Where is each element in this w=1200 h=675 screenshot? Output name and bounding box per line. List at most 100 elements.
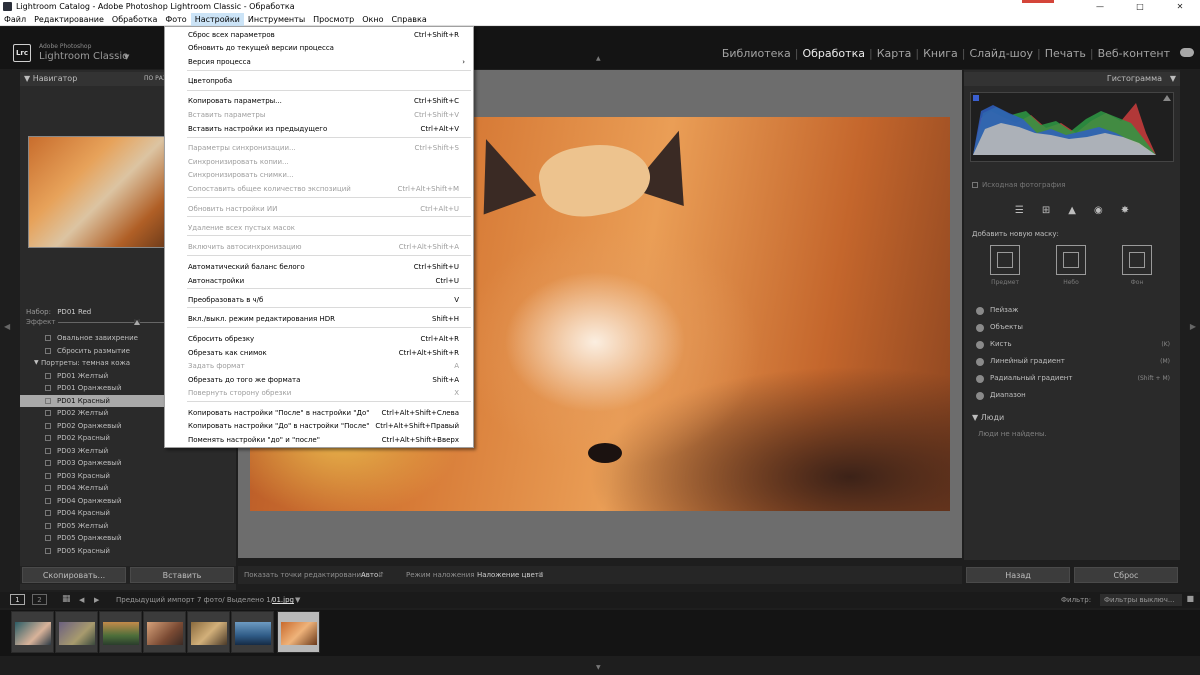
filter-select[interactable]: Фильтры выключ... [1100, 594, 1182, 606]
module-web[interactable]: Веб-контент [1098, 47, 1170, 60]
histogram[interactable] [970, 92, 1174, 162]
menu-file[interactable]: Файл [0, 13, 30, 26]
preset-item[interactable]: PD04 Оранжевый [20, 495, 236, 508]
preset-item[interactable]: PD03 Оранжевый [20, 457, 236, 470]
menu-item[interactable]: Обрезать как снимок Ctrl+Alt+Shift+R [165, 347, 473, 360]
mask-tool-item[interactable]: Радиальный градиент (Shift + M) [964, 370, 1180, 387]
effect-slider[interactable]: Эффект [26, 318, 168, 326]
module-slideshow[interactable]: Слайд-шоу [969, 47, 1032, 60]
filmstrip-thumb[interactable] [11, 611, 54, 653]
navigator-preview[interactable] [28, 136, 168, 248]
mask-tool-item[interactable]: Линейный градиент (M) [964, 353, 1180, 370]
highlight-clip-icon[interactable] [1163, 95, 1171, 101]
edit-points-select[interactable]: Авто [361, 571, 378, 579]
menu-item[interactable]: Сброс всех параметров Ctrl+Shift+R [165, 29, 473, 42]
forward-arrow-icon[interactable]: ▶ [94, 596, 99, 604]
menu-item[interactable]: Копировать настройки "До" в настройки "П… [165, 420, 473, 433]
people-header[interactable]: ▼ Люди [972, 413, 1004, 422]
preset-item[interactable]: PD03 Красный [20, 470, 236, 483]
mask-background-button[interactable] [1122, 245, 1152, 275]
window-2-button[interactable]: 2 [32, 594, 47, 605]
lock-icon[interactable]: ■ [1186, 594, 1194, 603]
paste-button[interactable]: Вставить [130, 567, 234, 583]
menu-view[interactable]: Просмотр [309, 13, 358, 26]
mask-tool-item[interactable]: Пейзаж [964, 302, 1180, 319]
filmstrip-thumb[interactable] [99, 611, 142, 653]
menu-settings[interactable]: Настройки [190, 12, 244, 26]
menu-item[interactable]: Автоматический баланс белого Ctrl+Shift+U [165, 261, 473, 274]
mask-tool-item[interactable]: Диапазон [964, 387, 1180, 404]
grid-icon[interactable]: ▦ [62, 594, 71, 604]
reset-button[interactable]: Сброс [1074, 567, 1178, 583]
left-panel-arrow-icon[interactable]: ◀ [4, 322, 10, 331]
copy-button[interactable]: Скопировать... [22, 567, 126, 583]
filmstrip-filename[interactable]: 01.jpg [272, 596, 294, 604]
module-library[interactable]: Библиотека [722, 47, 791, 60]
menu-edit[interactable]: Редактирование [30, 13, 108, 26]
menu-item[interactable]: Копировать настройки "После" в настройки… [165, 407, 473, 420]
checkbox-icon[interactable] [972, 182, 978, 188]
eraser-icon[interactable]: ▲ [1068, 205, 1076, 216]
filmstrip-thumb[interactable] [231, 611, 274, 653]
back-button[interactable]: Назад [966, 567, 1070, 583]
menu-item[interactable]: Вкл./выкл. режим редактирования HDR Shift… [165, 313, 473, 326]
mask-tool-item[interactable]: Кисть (K) [964, 336, 1180, 353]
mask-subject-button[interactable] [990, 245, 1020, 275]
close-icon[interactable]: ✕ [1160, 0, 1200, 13]
menu-develop[interactable]: Обработка [108, 13, 161, 26]
menu-help[interactable]: Справка [387, 13, 430, 26]
chevron-down-icon[interactable]: ▼ [295, 596, 300, 604]
preset-item[interactable]: PD05 Желтый [20, 520, 236, 533]
menu-item[interactable]: Версия процесса › [165, 56, 473, 69]
menu-item[interactable]: Копировать параметры... Ctrl+Shift+C [165, 95, 473, 108]
original-photo-toggle[interactable]: Исходная фотография [972, 181, 1065, 189]
mask-tool-item[interactable]: Объекты [964, 319, 1180, 336]
chevron-down-icon[interactable]: ▼ [124, 53, 129, 61]
minimize-icon[interactable]: — [1080, 0, 1120, 13]
filmstrip-source[interactable]: Предыдущий импорт [116, 596, 195, 604]
module-develop[interactable]: Обработка [802, 47, 864, 60]
crop-icon[interactable]: ⊞ [1042, 205, 1050, 216]
effect-track[interactable] [58, 322, 168, 323]
shadow-clip-icon[interactable] [973, 95, 979, 101]
menu-item[interactable]: Цветопроба [165, 75, 473, 88]
window-1-button[interactable]: 1 [10, 594, 25, 605]
blend-mode-select[interactable]: Наложение цвета [477, 571, 543, 579]
menu-item[interactable]: Обрезать до того же формата Shift+A [165, 374, 473, 387]
cloud-icon[interactable] [1180, 48, 1194, 57]
right-panel-arrow-icon[interactable]: ▶ [1190, 322, 1196, 331]
mask-sky-button[interactable] [1056, 245, 1086, 275]
menu-item[interactable]: Сбросить обрезку Ctrl+Alt+R [165, 333, 473, 346]
menu-photo[interactable]: Фото [161, 13, 190, 26]
chevron-down-icon[interactable]: ⇵ [538, 571, 544, 579]
masking-icon[interactable]: ✸ [1121, 205, 1129, 216]
preset-item[interactable]: PD05 Оранжевый [20, 532, 236, 545]
filmstrip-thumb-selected[interactable] [277, 611, 320, 653]
menu-item[interactable]: Поменять настройки "до" и "после" Ctrl+Al… [165, 434, 473, 447]
menu-item[interactable]: Обновить до текущей версии процесса [165, 42, 473, 55]
effect-thumb[interactable] [134, 319, 140, 325]
collapse-bottom-arrow-icon[interactable]: ▼ [596, 664, 601, 671]
menu-item[interactable]: Вставить настройки из предыдущего Ctrl+Al… [165, 123, 473, 136]
menu-item[interactable]: Автонастройки Ctrl+U [165, 275, 473, 288]
settings-sliders-icon[interactable]: ☰ [1015, 205, 1024, 216]
preset-item[interactable]: PD05 Красный [20, 545, 236, 558]
collapse-top-arrow-icon[interactable]: ▲ [596, 55, 601, 62]
module-map[interactable]: Карта [877, 47, 912, 60]
filmstrip-thumb[interactable] [187, 611, 230, 653]
menu-item[interactable]: Преобразовать в ч/б V [165, 294, 473, 307]
preset-item[interactable]: PD04 Желтый [20, 482, 236, 495]
red-eye-icon[interactable]: ◉ [1094, 205, 1103, 216]
menu-tools[interactable]: Инструменты [244, 13, 309, 26]
module-print[interactable]: Печать [1045, 47, 1086, 60]
module-book[interactable]: Книга [923, 47, 958, 60]
menu-window[interactable]: Окно [358, 13, 387, 26]
chevron-down-icon[interactable]: ⇵ [378, 571, 384, 579]
filmstrip-thumb[interactable] [143, 611, 186, 653]
preset-item[interactable]: PD04 Красный [20, 507, 236, 520]
histogram-header[interactable]: Гистограмма ▼ [964, 72, 1180, 86]
back-arrow-icon[interactable]: ◀ [79, 596, 84, 604]
filmstrip-thumb[interactable] [55, 611, 98, 653]
brand-name[interactable]: Lightroom Classic [39, 51, 128, 62]
maximize-icon[interactable]: □ [1120, 0, 1160, 13]
